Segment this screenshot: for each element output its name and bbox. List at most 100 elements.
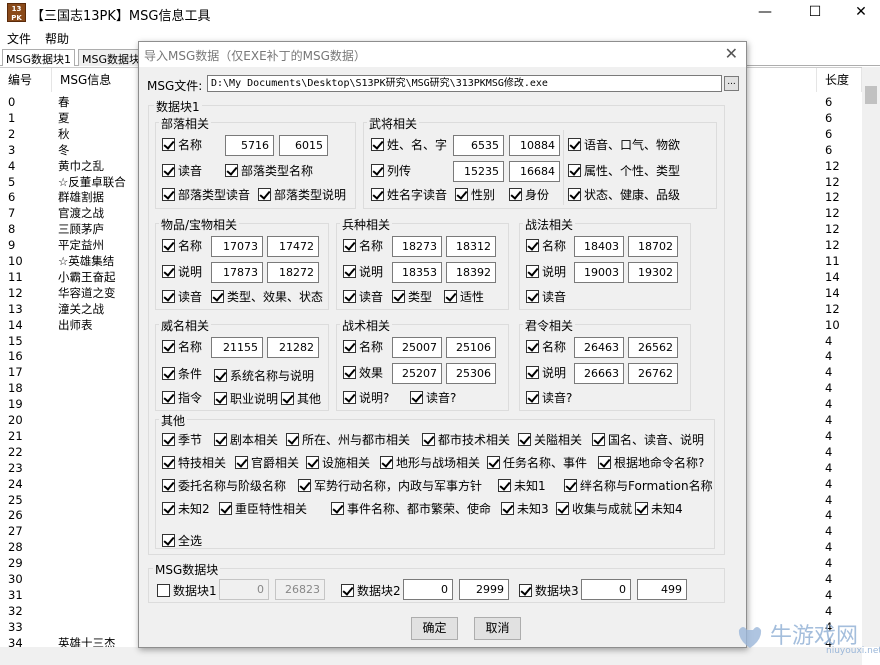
troop-fit-checkbox[interactable]: 适性 <box>444 290 484 304</box>
item-desc-checkbox[interactable]: 说明 <box>162 265 202 279</box>
general-bio-from[interactable]: 15235 <box>453 161 504 182</box>
misc-base-cmd-checkbox[interactable]: 根据地命令名称? <box>598 456 704 470</box>
fame-name-checkbox[interactable]: 名称 <box>162 340 202 354</box>
item-desc-from[interactable]: 17873 <box>211 262 263 283</box>
scroll-thumb[interactable] <box>865 86 877 104</box>
block2-from[interactable]: 0 <box>403 579 453 600</box>
troop-desc-checkbox[interactable]: 说明 <box>343 265 383 279</box>
troop-desc-to[interactable]: 18392 <box>446 262 496 283</box>
general-name-checkbox[interactable]: 姓、名、字 <box>371 138 447 152</box>
tribe-name-checkbox[interactable]: 名称 <box>162 138 202 152</box>
troop-name-from[interactable]: 18273 <box>392 236 442 257</box>
troop-read-checkbox[interactable]: 读音 <box>343 290 383 304</box>
menu-file[interactable]: 文件 <box>7 30 31 47</box>
order-name-checkbox[interactable]: 名称 <box>526 340 566 354</box>
strat-name-to[interactable]: 25106 <box>446 337 496 358</box>
block3-to[interactable]: 499 <box>637 579 687 600</box>
general-bio-checkbox[interactable]: 列传 <box>371 164 411 178</box>
block1-checkbox[interactable]: 数据块1 <box>157 584 217 598</box>
misc-bond-checkbox[interactable]: 绊名称与Formation名称 <box>564 479 713 493</box>
misc-pass-checkbox[interactable]: 关隘相关 <box>518 433 582 447</box>
tactic-desc-to[interactable]: 19302 <box>628 262 678 283</box>
general-voice-checkbox[interactable]: 语音、口气、物欲 <box>568 138 680 152</box>
block2-checkbox[interactable]: 数据块2 <box>341 584 401 598</box>
misc-scenario-checkbox[interactable]: 剧本相关 <box>214 433 278 447</box>
general-name-read-checkbox[interactable]: 姓名字读音 <box>371 188 447 202</box>
misc-unknown4-checkbox[interactable]: 未知4 <box>635 502 683 516</box>
strat-effect-from[interactable]: 25207 <box>392 363 442 384</box>
misc-country-checkbox[interactable]: 国名、读音、说明 <box>592 433 704 447</box>
order-desc-from[interactable]: 26663 <box>574 363 624 384</box>
general-state-checkbox[interactable]: 状态、健康、品级 <box>568 188 680 202</box>
strat-read-checkbox[interactable]: 读音? <box>410 391 456 405</box>
column-header-length[interactable]: 长度 <box>816 68 862 92</box>
block3-from[interactable]: 0 <box>581 579 631 600</box>
tribe-type-name-checkbox[interactable]: 部落类型名称 <box>225 164 313 178</box>
tribe-name-from[interactable]: 5716 <box>225 135 274 156</box>
general-status-checkbox[interactable]: 身份 <box>509 188 549 202</box>
fame-job-checkbox[interactable]: 职业说明 <box>214 392 278 406</box>
troop-type-checkbox[interactable]: 类型 <box>392 290 432 304</box>
block1-from[interactable]: 0 <box>219 579 269 600</box>
tactic-name-from[interactable]: 18403 <box>574 236 624 257</box>
misc-mission-checkbox[interactable]: 任务名称、事件 <box>487 456 587 470</box>
item-name-checkbox[interactable]: 名称 <box>162 239 202 253</box>
misc-unknown2-checkbox[interactable]: 未知2 <box>162 502 210 516</box>
strat-name-checkbox[interactable]: 名称 <box>343 340 383 354</box>
fame-sys-checkbox[interactable]: 系统名称与说明 <box>214 369 314 383</box>
maximize-button[interactable]: ☐ <box>792 0 838 26</box>
column-header-number[interactable]: 编号 <box>0 68 52 92</box>
tribe-type-read-checkbox[interactable]: 部落类型读音 <box>162 188 250 202</box>
item-name-to[interactable]: 17472 <box>267 236 319 257</box>
vertical-scrollbar[interactable] <box>862 67 880 647</box>
strat-effect-to[interactable]: 25306 <box>446 363 496 384</box>
item-desc-to[interactable]: 18272 <box>267 262 319 283</box>
troop-name-checkbox[interactable]: 名称 <box>343 239 383 253</box>
item-read-checkbox[interactable]: 读音 <box>162 290 202 304</box>
misc-unknown1-checkbox[interactable]: 未知1 <box>498 479 546 493</box>
misc-event-checkbox[interactable]: 事件名称、都市繁荣、使命 <box>331 502 491 516</box>
fame-other-checkbox[interactable]: 其他 <box>281 392 321 406</box>
strat-desc-checkbox[interactable]: 说明? <box>343 391 389 405</box>
strat-name-from[interactable]: 25007 <box>392 337 442 358</box>
misc-skill-checkbox[interactable]: 特技相关 <box>162 456 226 470</box>
msg-file-path-input[interactable]: D:\My Documents\Desktop\S13PK研究\MSG研究\31… <box>207 75 722 92</box>
order-name-from[interactable]: 26463 <box>574 337 624 358</box>
misc-city-tech-checkbox[interactable]: 都市技术相关 <box>422 433 510 447</box>
misc-delegate-checkbox[interactable]: 委托名称与阶级名称 <box>162 479 286 493</box>
misc-army-action-checkbox[interactable]: 军势行动名称，内政与军事方针 <box>298 479 482 493</box>
fame-cmd-checkbox[interactable]: 指令 <box>162 391 202 405</box>
general-name-from[interactable]: 6535 <box>453 135 504 156</box>
tribe-read-checkbox[interactable]: 读音 <box>162 164 202 178</box>
misc-collection-checkbox[interactable]: 收集与成就 <box>556 502 632 516</box>
item-type-checkbox[interactable]: 类型、效果、状态 <box>211 290 323 304</box>
order-name-to[interactable]: 26562 <box>628 337 678 358</box>
order-read-checkbox[interactable]: 读音? <box>526 391 572 405</box>
tribe-name-to[interactable]: 6015 <box>279 135 328 156</box>
order-desc-checkbox[interactable]: 说明 <box>526 366 566 380</box>
tribe-type-desc-checkbox[interactable]: 部落类型说明 <box>258 188 346 202</box>
column-header-msg[interactable]: MSG信息 <box>52 68 142 92</box>
tactic-desc-from[interactable]: 19003 <box>574 262 624 283</box>
fame-name-to[interactable]: 21282 <box>267 337 319 358</box>
troop-name-to[interactable]: 18312 <box>446 236 496 257</box>
block1-to[interactable]: 26823 <box>275 579 325 600</box>
strat-effect-checkbox[interactable]: 效果 <box>343 366 383 380</box>
ok-button[interactable]: 确定 <box>411 617 458 640</box>
tab-msg-block-2[interactable]: MSG数据块 <box>78 49 144 66</box>
menu-help[interactable]: 帮助 <box>45 30 69 47</box>
misc-facility-checkbox[interactable]: 设施相关 <box>306 456 370 470</box>
browse-button[interactable]: ... <box>724 76 739 91</box>
general-bio-to[interactable]: 16684 <box>509 161 560 182</box>
general-name-to[interactable]: 10884 <box>509 135 560 156</box>
misc-retainer-trait-checkbox[interactable]: 重臣特性相关 <box>219 502 307 516</box>
troop-desc-from[interactable]: 18353 <box>392 262 442 283</box>
fame-cond-checkbox[interactable]: 条件 <box>162 367 202 381</box>
tactic-name-checkbox[interactable]: 名称 <box>526 239 566 253</box>
general-gender-checkbox[interactable]: 性别 <box>455 188 495 202</box>
close-button[interactable]: ✕ <box>838 0 880 26</box>
item-name-from[interactable]: 17073 <box>211 236 263 257</box>
tactic-name-to[interactable]: 18702 <box>628 236 678 257</box>
order-desc-to[interactable]: 26762 <box>628 363 678 384</box>
dialog-close-button[interactable]: ✕ <box>725 44 738 63</box>
